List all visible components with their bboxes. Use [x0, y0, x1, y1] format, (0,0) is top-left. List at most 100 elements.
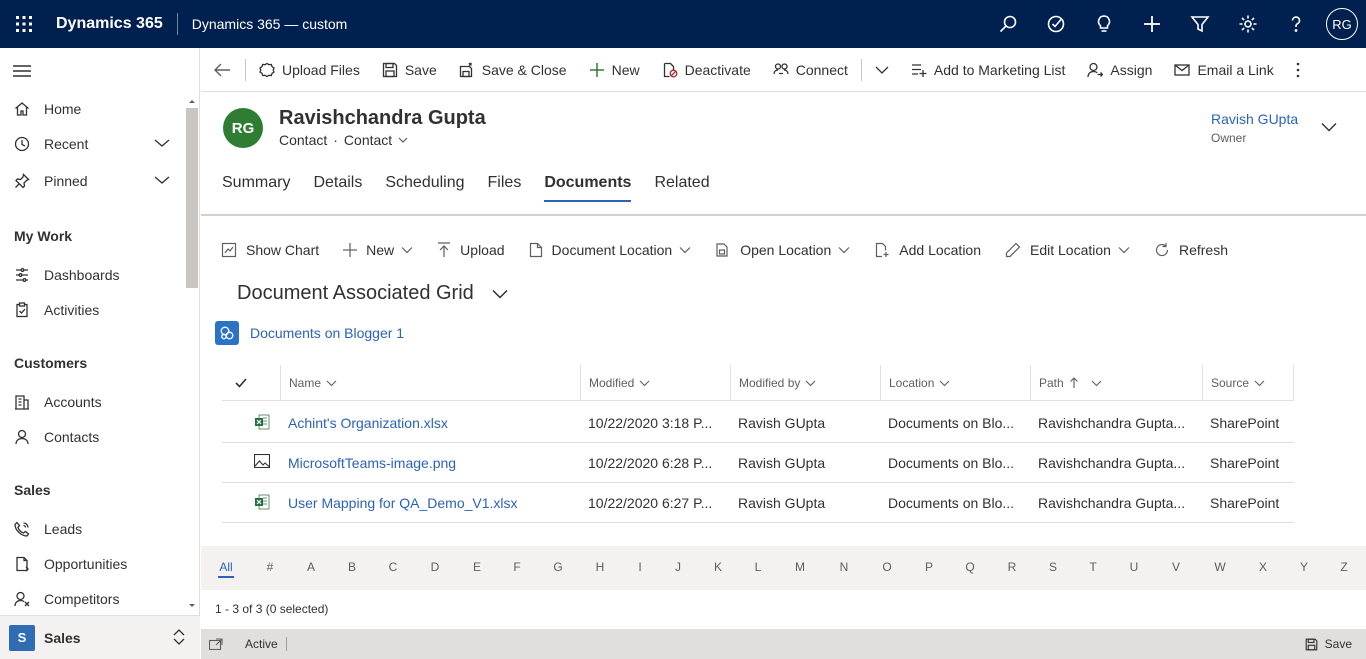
- tab-scheduling[interactable]: Scheduling: [385, 174, 464, 200]
- alpha-filter-l[interactable]: L: [748, 560, 768, 574]
- app-launcher-icon[interactable]: [0, 0, 48, 48]
- alpha-filter-n[interactable]: N: [834, 560, 854, 574]
- view-selector[interactable]: Document Associated Grid: [237, 282, 508, 305]
- alpha-filter-f[interactable]: F: [507, 560, 527, 574]
- plus-icon[interactable]: [1128, 0, 1176, 48]
- sidebar-item-activities[interactable]: Activities: [0, 294, 184, 326]
- tab-files[interactable]: Files: [488, 174, 522, 200]
- document-location-button[interactable]: Document Location: [529, 242, 692, 258]
- alpha-filter-z[interactable]: Z: [1334, 560, 1354, 574]
- owner-link[interactable]: Ravish GUpta: [1211, 111, 1298, 127]
- file-name-link[interactable]: User Mapping for QA_Demo_V1.xlsx: [280, 483, 580, 523]
- sidebar-item-recent[interactable]: Recent: [0, 128, 184, 160]
- app-name[interactable]: Dynamics 365 — custom: [178, 16, 348, 32]
- tab-related[interactable]: Related: [654, 174, 709, 200]
- alpha-filter-t[interactable]: T: [1083, 560, 1103, 574]
- alpha-filter-m[interactable]: M: [790, 560, 810, 574]
- open-location-button[interactable]: Open Location: [715, 242, 850, 258]
- alpha-filter-x[interactable]: X: [1253, 560, 1273, 574]
- tab-details[interactable]: Details: [313, 174, 362, 200]
- new-button[interactable]: New: [578, 48, 651, 92]
- lightbulb-icon[interactable]: [1080, 0, 1128, 48]
- column-header-modified[interactable]: Modified: [580, 365, 730, 401]
- alpha-filter-a[interactable]: A: [301, 560, 321, 574]
- popout-icon[interactable]: [209, 638, 223, 650]
- alpha-filter-q[interactable]: Q: [960, 560, 980, 574]
- add-marketing-list-button[interactable]: Add to Marketing List: [900, 48, 1077, 92]
- sidebar-item-home[interactable]: Home: [0, 93, 184, 125]
- table-row[interactable]: User Mapping for QA_Demo_V1.xlsx 10/22/2…: [222, 483, 1294, 523]
- column-header-path[interactable]: Path: [1030, 365, 1202, 401]
- show-chart-button[interactable]: Show Chart: [221, 242, 319, 258]
- alpha-filter-h[interactable]: H: [590, 560, 610, 574]
- sidebar-item-dashboards[interactable]: Dashboards: [0, 259, 184, 291]
- hamburger-icon[interactable]: [13, 64, 31, 78]
- table-row[interactable]: MicrosoftTeams-image.png 10/22/2020 6:28…: [222, 443, 1294, 483]
- alpha-filter-hash[interactable]: #: [260, 560, 280, 574]
- refresh-button[interactable]: Refresh: [1154, 242, 1228, 258]
- chevron-updown-icon[interactable]: [172, 628, 186, 646]
- alpha-filter-s[interactable]: S: [1043, 560, 1063, 574]
- sidebar-scroll-thumb[interactable]: [186, 108, 198, 288]
- alpha-filter-v[interactable]: V: [1166, 560, 1186, 574]
- tab-documents[interactable]: Documents: [544, 174, 632, 202]
- chevron-down-icon[interactable]: [398, 137, 408, 144]
- alpha-filter-p[interactable]: P: [919, 560, 939, 574]
- save-close-button[interactable]: Save & Close: [448, 48, 578, 92]
- file-name-link[interactable]: MicrosoftTeams-image.png: [280, 443, 580, 483]
- help-icon[interactable]: [1272, 0, 1320, 48]
- upload-button[interactable]: Upload: [437, 242, 505, 258]
- table-row[interactable]: Achint's Organization.xlsx 10/22/2020 3:…: [222, 403, 1294, 443]
- sidebar-item-leads[interactable]: Leads: [0, 513, 184, 545]
- alpha-filter-all[interactable]: All: [216, 560, 236, 578]
- chevron-down-icon[interactable]: [154, 174, 170, 186]
- brand-title[interactable]: Dynamics 365: [48, 15, 177, 33]
- deactivate-button[interactable]: Deactivate: [651, 48, 762, 92]
- document-location-link[interactable]: Documents on Blogger 1: [250, 325, 404, 341]
- back-button[interactable]: [201, 48, 243, 92]
- assign-button[interactable]: Assign: [1076, 48, 1163, 92]
- select-all-checkbox[interactable]: [222, 365, 280, 401]
- sidebar-item-pinned[interactable]: Pinned: [0, 165, 184, 197]
- alpha-filter-w[interactable]: W: [1210, 560, 1230, 574]
- alpha-filter-y[interactable]: Y: [1294, 560, 1314, 574]
- search-icon[interactable]: [984, 0, 1032, 48]
- sidebar-item-accounts[interactable]: Accounts: [0, 386, 184, 418]
- sidebar-item-contacts[interactable]: Contacts: [0, 421, 184, 453]
- filter-icon[interactable]: [1176, 0, 1224, 48]
- alpha-filter-b[interactable]: B: [342, 560, 362, 574]
- alpha-filter-d[interactable]: D: [425, 560, 445, 574]
- form-selector[interactable]: Contact: [344, 132, 392, 148]
- add-location-button[interactable]: Add Location: [874, 242, 981, 258]
- subgrid-new-button[interactable]: New: [343, 242, 413, 258]
- alpha-filter-r[interactable]: R: [1002, 560, 1022, 574]
- alpha-filter-o[interactable]: O: [877, 560, 897, 574]
- column-header-name[interactable]: Name: [280, 365, 580, 401]
- status-save-button[interactable]: Save: [1305, 637, 1352, 651]
- edit-location-button[interactable]: Edit Location: [1005, 242, 1130, 258]
- area-switcher[interactable]: S Sales: [0, 615, 200, 659]
- email-link-button[interactable]: Email a Link: [1163, 48, 1284, 92]
- alpha-filter-k[interactable]: K: [708, 560, 728, 574]
- header-expand-icon[interactable]: [1321, 122, 1337, 132]
- more-split-button[interactable]: [864, 48, 900, 92]
- tab-summary[interactable]: Summary: [222, 174, 290, 200]
- sidebar-item-opportunities[interactable]: Opportunities: [0, 548, 184, 580]
- alpha-filter-j[interactable]: J: [668, 560, 688, 574]
- connect-button[interactable]: Connect: [762, 48, 859, 92]
- sidebar-item-competitors[interactable]: Competitors: [0, 583, 184, 615]
- gear-icon[interactable]: [1224, 0, 1272, 48]
- column-header-source[interactable]: Source: [1202, 365, 1294, 401]
- column-header-modified-by[interactable]: Modified by: [730, 365, 880, 401]
- upload-files-button[interactable]: Upload Files: [248, 48, 371, 92]
- save-button[interactable]: Save: [371, 48, 448, 92]
- alpha-filter-c[interactable]: C: [383, 560, 403, 574]
- more-commands-button[interactable]: [1285, 48, 1311, 92]
- column-header-location[interactable]: Location: [880, 365, 1030, 401]
- chevron-down-icon[interactable]: [154, 137, 170, 149]
- alpha-filter-e[interactable]: E: [467, 560, 487, 574]
- user-avatar[interactable]: RG: [1326, 8, 1358, 40]
- alpha-filter-g[interactable]: G: [548, 560, 568, 574]
- file-name-link[interactable]: Achint's Organization.xlsx: [280, 403, 580, 443]
- alpha-filter-u[interactable]: U: [1124, 560, 1144, 574]
